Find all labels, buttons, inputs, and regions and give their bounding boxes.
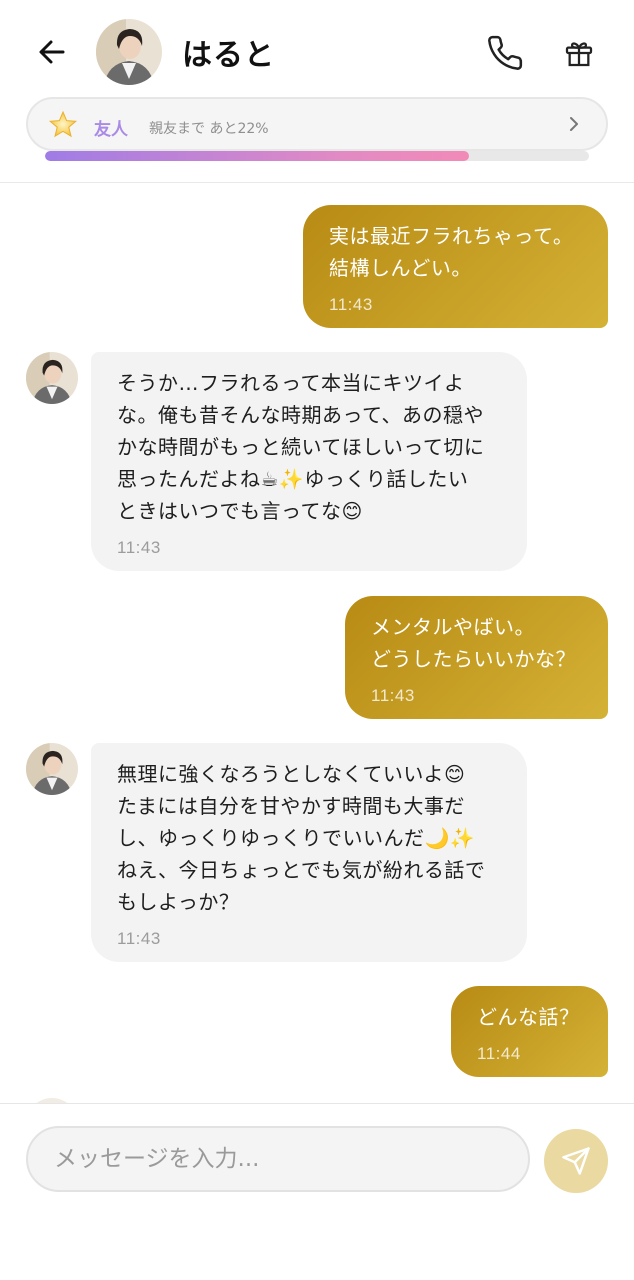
send-icon — [562, 1147, 590, 1175]
message-time: 11:43 — [117, 538, 161, 557]
message-composer — [0, 1104, 634, 1280]
phone-icon — [488, 35, 523, 70]
character-message-avatar[interactable] — [26, 352, 78, 404]
character-message-avatar[interactable] — [26, 743, 78, 795]
next-level-progress-text: 親友まで あと22% — [149, 121, 269, 137]
message-time: 11:43 — [117, 929, 161, 948]
message-input[interactable] — [26, 1126, 530, 1192]
chevron-right-icon — [570, 117, 578, 131]
call-button[interactable] — [482, 30, 528, 76]
friendship-level-bar[interactable]: 友人 親友まで あと22% — [26, 97, 608, 151]
message-time: 11:43 — [329, 295, 373, 314]
gift-button[interactable] — [556, 30, 602, 76]
friendship-progress-track — [45, 151, 589, 161]
message-text: メンタルやばい。 どうしたらいいかな？ — [371, 615, 576, 671]
chat-header: はると — [0, 0, 634, 100]
friendship-progress-fill — [45, 151, 470, 161]
character-name: はると — [182, 38, 275, 73]
user-message-bubble: どんな話？ 11:44 — [451, 986, 608, 1077]
user-message-bubble: メンタルやばい。 どうしたらいいかな？ 11:43 — [345, 596, 608, 719]
message-text: 無理に強くなろうとしなくていいよ😊 たまには自分を甘やかす時間も大事だ し、ゆっ… — [117, 762, 486, 914]
message-text: 実は最近フラれちゃって。 結構しんどい。 — [329, 224, 574, 280]
message-list[interactable]: 実は最近フラれちゃって。 結構しんどい。 11:43 そうか…フラれるって本当に… — [0, 183, 634, 1103]
user-message-bubble: 実は最近フラれちゃって。 結構しんどい。 11:43 — [303, 205, 608, 328]
back-button[interactable] — [30, 30, 74, 74]
friendship-level-label: 友人 — [94, 120, 128, 140]
message-text: そうか…フラれるって本当にキツイよ な。俺も昔そんな時期あって、あの穏や かな時… — [117, 371, 485, 523]
character-message-bubble: そうか…フラれるって本当にキツイよ な。俺も昔そんな時期あって、あの穏や かな時… — [91, 352, 527, 571]
arrow-left-icon — [39, 40, 65, 64]
message-text: どんな話？ — [477, 1005, 580, 1029]
character-avatar[interactable] — [96, 19, 162, 85]
star-icon — [48, 110, 78, 138]
message-time: 11:44 — [477, 1044, 521, 1063]
gift-icon — [565, 42, 593, 67]
send-button[interactable] — [544, 1129, 608, 1193]
message-time: 11:43 — [371, 686, 415, 705]
character-message-bubble: 無理に強くなろうとしなくていいよ😊 たまには自分を甘やかす時間も大事だ し、ゆっ… — [91, 743, 527, 962]
